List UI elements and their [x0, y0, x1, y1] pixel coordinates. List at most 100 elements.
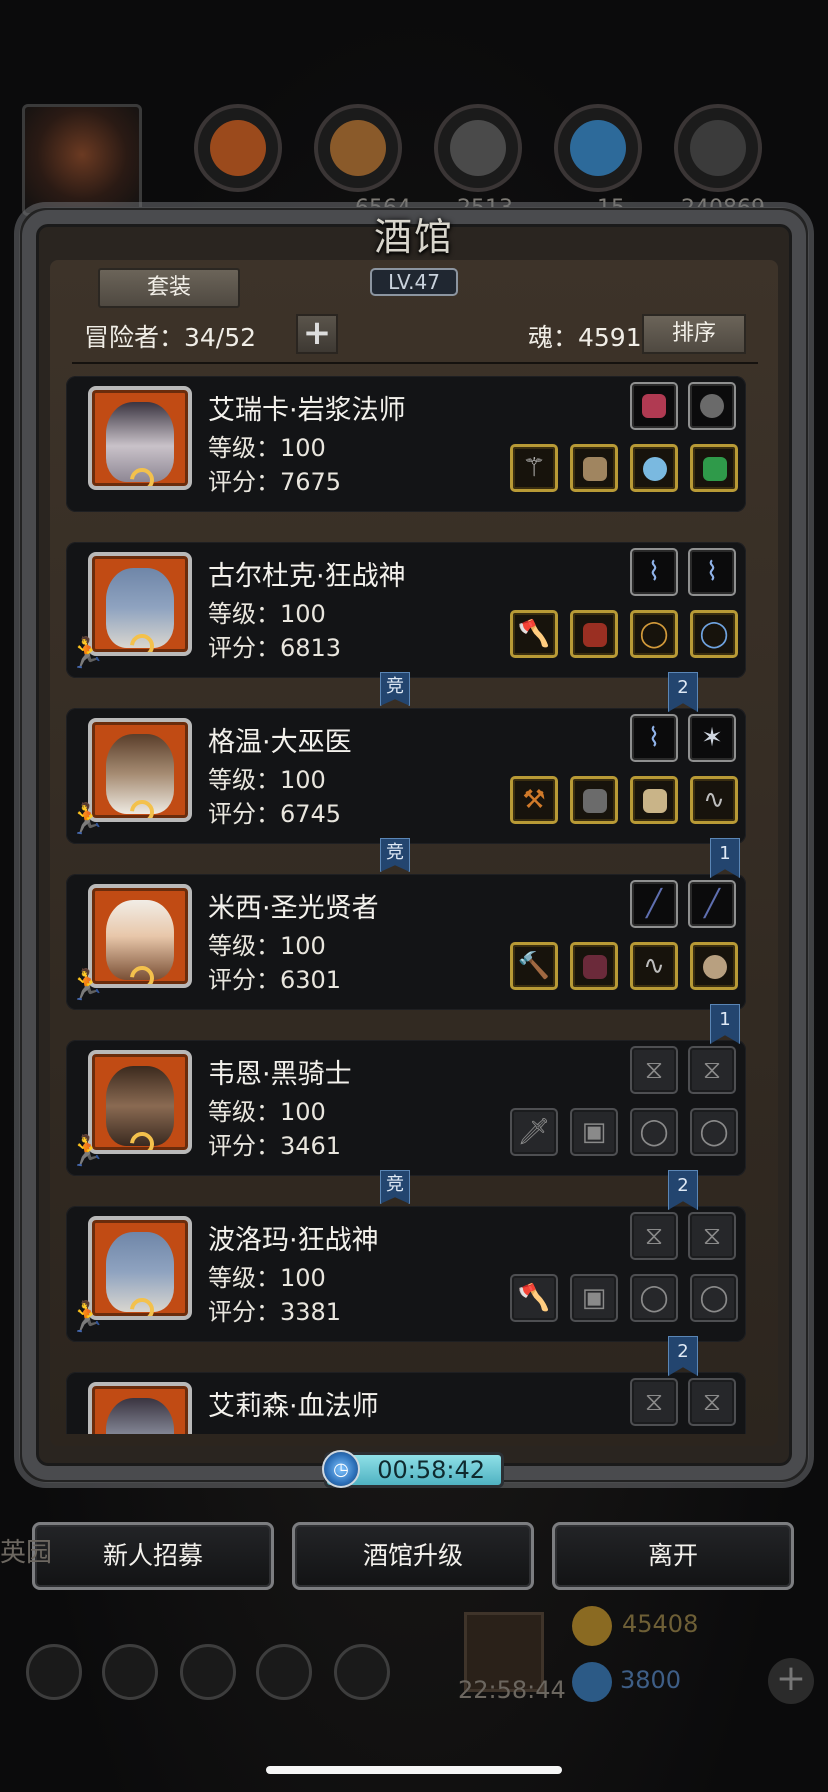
weapon-slot[interactable]: 🔨: [510, 942, 558, 990]
ring-slot[interactable]: [690, 444, 738, 492]
hero-portrait[interactable]: [88, 386, 192, 490]
hero-card[interactable]: 艾瑞卡·岩浆法师 等级：100 评分：7675 ⚚: [66, 376, 746, 512]
necklace-slot[interactable]: ⌇: [630, 714, 678, 762]
necklace-slot[interactable]: ∿: [630, 942, 678, 990]
hero-card[interactable]: 🏃 格温·大巫医 等级：100 评分：6745 ⌇ ✶ ⚒ ∿: [66, 708, 746, 844]
empty-weapon-slot[interactable]: 🪓: [510, 1274, 558, 1322]
empty-artifact-slot[interactable]: ⧖: [688, 1212, 736, 1260]
necklace-slot[interactable]: ∿: [690, 776, 738, 824]
soul-count: 魂：4591: [528, 323, 642, 352]
rank-tab[interactable]: 1: [710, 838, 740, 878]
mail-icon[interactable]: [256, 1644, 312, 1700]
armor-slot[interactable]: [570, 610, 618, 658]
artifact-slot[interactable]: [688, 382, 736, 430]
sword-icon: 🗡: [517, 1117, 551, 1147]
hammer-icon: 🔨: [517, 951, 551, 981]
runner-icon: 🏃: [68, 968, 106, 1003]
runner-icon: 🏃: [68, 636, 106, 671]
recruit-button[interactable]: 新人招募: [32, 1522, 274, 1590]
horn-icon[interactable]: [180, 1644, 236, 1700]
settings-icon[interactable]: [26, 1644, 82, 1700]
ring-slot[interactable]: ◯: [690, 610, 738, 658]
empty-artifact-slot[interactable]: ⧖: [688, 1046, 736, 1094]
add-slot-button[interactable]: +: [296, 314, 338, 354]
mace-icon: ⚒: [522, 785, 546, 815]
home-indicator[interactable]: [266, 1766, 562, 1774]
helmet-slot[interactable]: [690, 942, 738, 990]
player-avatar[interactable]: [22, 104, 142, 216]
necklace-slot[interactable]: ⌇: [630, 548, 678, 596]
hero-score: 评分：7675: [208, 468, 342, 496]
ring-icon: ◯: [699, 619, 729, 649]
hero-name: 韦恩·黑骑士: [208, 1059, 352, 1090]
empty-ring-slot[interactable]: ◯: [630, 1108, 678, 1156]
empty-artifact-slot[interactable]: ⧖: [630, 1378, 678, 1426]
set-button[interactable]: 套装: [98, 268, 240, 308]
upgrade-tavern-button[interactable]: 酒馆升级: [292, 1522, 534, 1590]
hero-score: 评分：3381: [208, 1298, 342, 1326]
empty-ring-slot[interactable]: ◯: [690, 1108, 738, 1156]
armor-slot[interactable]: [570, 776, 618, 824]
artifact-slot[interactable]: ╱: [630, 880, 678, 928]
hourglass-icon: ⧖: [702, 1386, 722, 1417]
hero-portrait[interactable]: [88, 1382, 192, 1434]
hero-list[interactable]: 艾瑞卡·岩浆法师 等级：100 评分：7675 ⚚ 🏃 古尔杜克·狂战神 等级：…: [66, 376, 752, 1434]
sort-button[interactable]: 排序: [642, 314, 746, 354]
compete-tab[interactable]: 竞: [380, 1170, 410, 1204]
divider: [72, 362, 758, 364]
ring-slot[interactable]: ◯: [630, 610, 678, 658]
hero-name: 艾莉森·血法师: [208, 1391, 379, 1422]
artifact-slot[interactable]: ╱: [688, 880, 736, 928]
empty-artifact-slot[interactable]: ⧖: [630, 1046, 678, 1094]
armor-icon: ▣: [581, 1117, 607, 1147]
gem-amount: 3800: [620, 1666, 682, 1694]
hero-score: 评分：6301: [208, 966, 342, 994]
hero-score: 评分：6813: [208, 634, 342, 662]
compete-tab[interactable]: 竞: [380, 672, 410, 706]
chain-icon: ∿: [643, 951, 665, 981]
ring-icon: ◯: [639, 1283, 669, 1313]
hero-level: 等级：100: [208, 1264, 326, 1292]
rank-tab[interactable]: 1: [710, 1004, 740, 1044]
weapon-slot[interactable]: 🪓: [510, 610, 558, 658]
resource-steel-icon: [674, 104, 762, 192]
armor-slot[interactable]: [570, 942, 618, 990]
empty-artifact-slot[interactable]: ⧖: [630, 1212, 678, 1260]
weapon-slot[interactable]: ⚒: [510, 776, 558, 824]
hourglass-icon: ⧖: [644, 1220, 664, 1251]
empty-ring-slot[interactable]: ◯: [690, 1274, 738, 1322]
weapon-slot[interactable]: ⚚: [510, 444, 558, 492]
hero-card[interactable]: 🏃 波洛玛·狂战神 等级：100 评分：3381 ⧖ ⧖ 🪓 ▣ ◯ ◯: [66, 1206, 746, 1342]
talisman-slot[interactable]: ✶: [688, 714, 736, 762]
axe-icon: 🪓: [517, 1283, 551, 1313]
panel-title: 酒馆: [373, 215, 454, 259]
ring-icon: ◯: [699, 1283, 729, 1313]
compete-tab[interactable]: 竞: [380, 838, 410, 872]
hero-card[interactable]: 🏃 韦恩·黑骑士 等级：100 评分：3461 ⧖ ⧖ 🗡 ▣ ◯ ◯: [66, 1040, 746, 1176]
armor-slot[interactable]: [570, 444, 618, 492]
hero-card[interactable]: 🏃 米西·圣光贤者 等级：100 评分：6301 ╱ ╱ 🔨 ∿: [66, 874, 746, 1010]
hero-card[interactable]: 艾莉森·血法师 ⧖ ⧖: [66, 1372, 746, 1434]
badge-icon[interactable]: [102, 1644, 158, 1700]
leave-button[interactable]: 离开: [552, 1522, 794, 1590]
map-icon[interactable]: [334, 1644, 390, 1700]
artifact-slot[interactable]: [630, 382, 678, 430]
necklace-icon: ⌇: [705, 557, 719, 587]
empty-ring-slot[interactable]: ◯: [630, 1274, 678, 1322]
hero-card[interactable]: 🏃 古尔杜克·狂战神 等级：100 评分：6813 ⌇ ⌇ 🪓 ◯ ◯: [66, 542, 746, 678]
accessory-slot[interactable]: [630, 776, 678, 824]
empty-artifact-slot[interactable]: ⧖: [688, 1378, 736, 1426]
hero-name: 格温·大巫医: [208, 727, 352, 758]
rank-tab[interactable]: 2: [668, 672, 698, 712]
necklace-slot[interactable]: ⌇: [688, 548, 736, 596]
ring-slot[interactable]: [630, 444, 678, 492]
armor-icon: ▣: [581, 1283, 607, 1313]
rank-tab[interactable]: 2: [668, 1336, 698, 1376]
empty-weapon-slot[interactable]: 🗡: [510, 1108, 558, 1156]
necklace-icon: ⌇: [647, 557, 661, 587]
empty-armor-slot[interactable]: ▣: [570, 1108, 618, 1156]
empty-armor-slot[interactable]: ▣: [570, 1274, 618, 1322]
rank-tab[interactable]: 2: [668, 1170, 698, 1210]
add-currency-button[interactable]: +: [768, 1658, 814, 1704]
resource-iron-icon: [434, 104, 522, 192]
